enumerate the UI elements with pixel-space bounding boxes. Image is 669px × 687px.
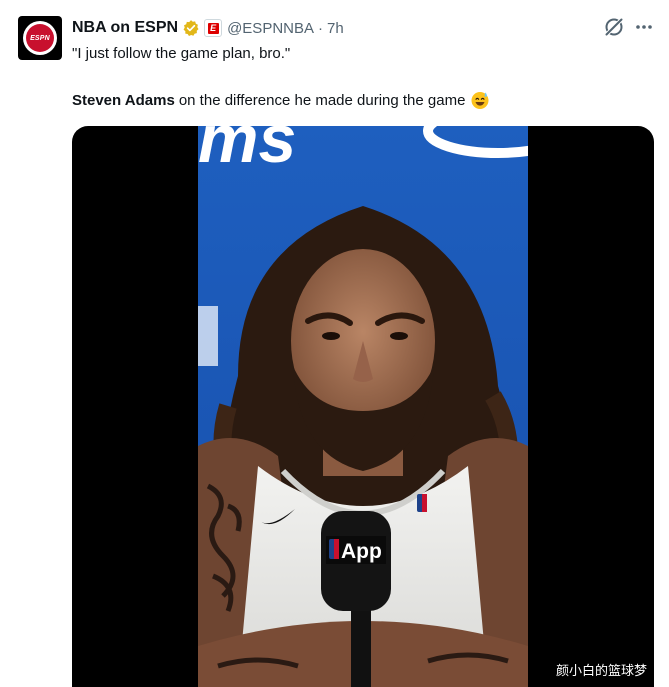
separator-dot: · [318, 19, 323, 37]
watermark-text: 颜小白的篮球梦 [556, 664, 648, 679]
sweat-smile-emoji [471, 92, 489, 109]
tweet-header: NBA on ESPN E @ESPNNBA · 7h [72, 17, 344, 39]
mention-name[interactable]: Steven Adams [72, 92, 175, 109]
video-frame[interactable]: ms App [198, 126, 528, 687]
espn-affiliate-badge-icon[interactable]: E [204, 19, 223, 37]
author-handle[interactable]: @ESPNNBA [227, 20, 314, 37]
espn-badge-label: E [207, 22, 219, 34]
video-player[interactable]: ms App [72, 126, 654, 687]
caption-text: on the difference he made during the gam… [178, 91, 466, 109]
tweet-timestamp[interactable]: 7h [327, 20, 344, 37]
verified-badge-icon[interactable] [182, 19, 200, 37]
tweet-caption: Steven Adams on the difference he made d… [72, 90, 490, 110]
video-still: ms App [198, 126, 528, 687]
more-icon[interactable] [634, 17, 654, 37]
backdrop-text: ms [198, 126, 296, 177]
nba-logo-icon: ESPN [23, 21, 57, 55]
grok-icon[interactable] [602, 15, 626, 39]
avatar-label: ESPN [30, 34, 50, 42]
tweet-quote: "I just follow the game plan, bro." [72, 45, 291, 62]
author-name[interactable]: NBA on ESPN [72, 19, 178, 37]
avatar[interactable]: ESPN [18, 16, 62, 60]
mic-logo-text: App [341, 540, 382, 563]
